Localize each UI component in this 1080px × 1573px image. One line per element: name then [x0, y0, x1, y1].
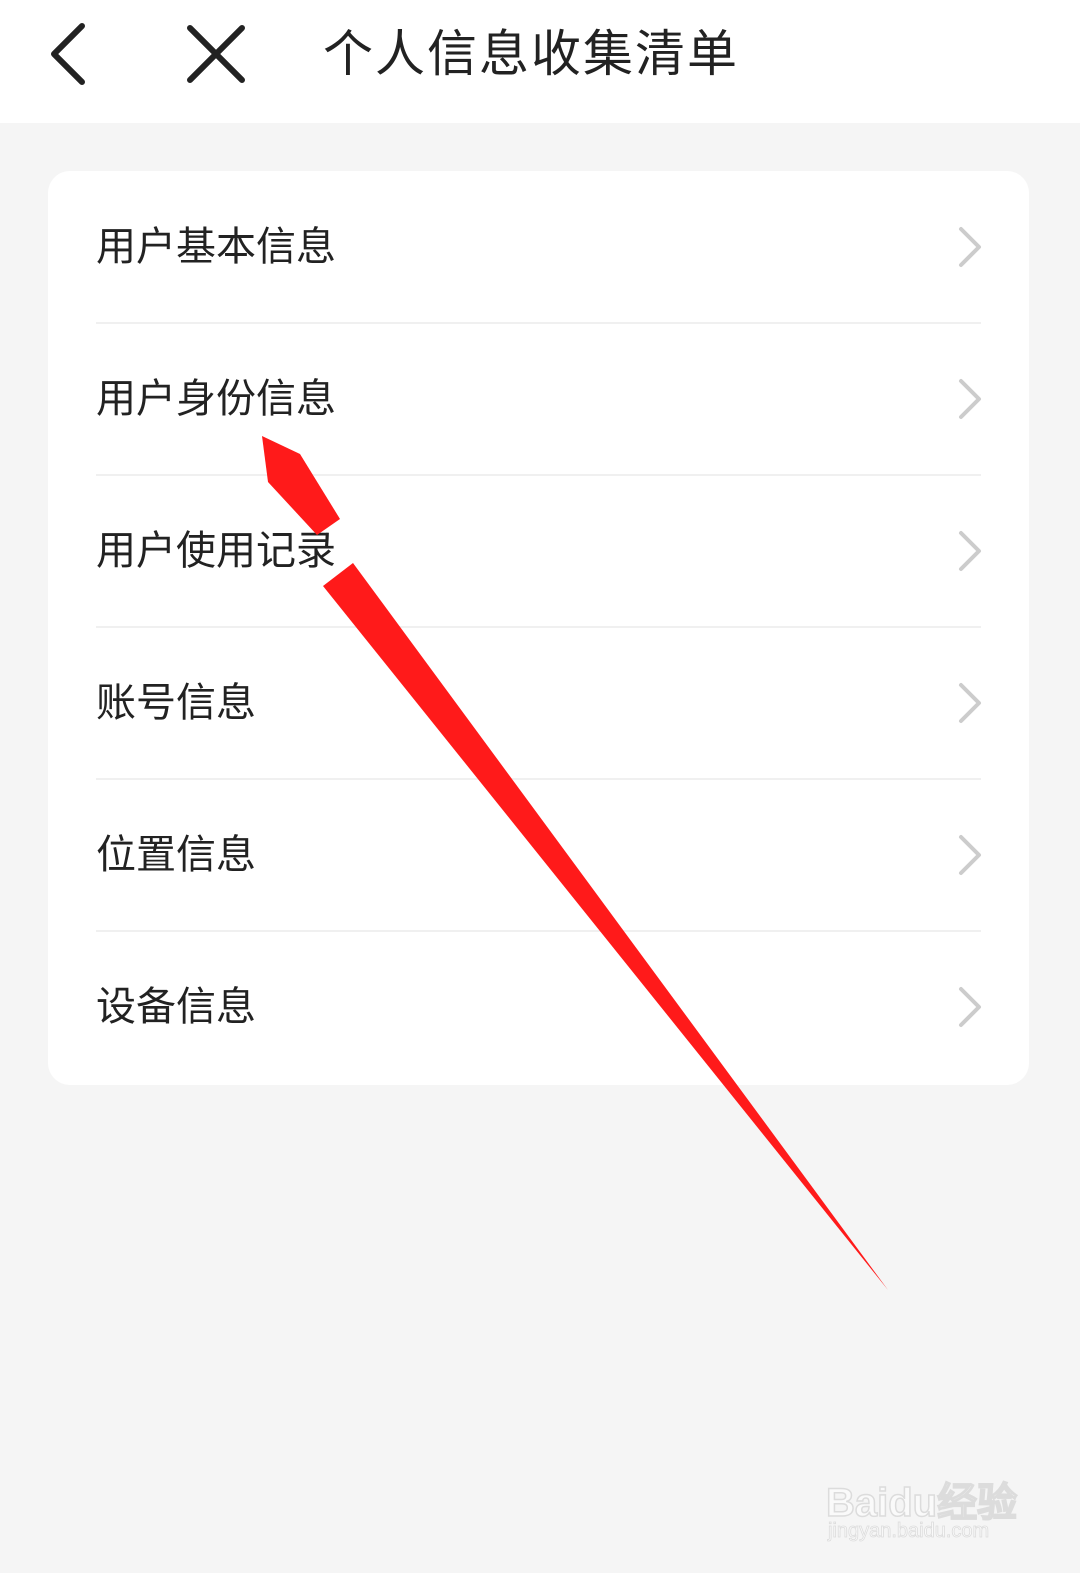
list-item-basic-info[interactable]: 用户基本信息 — [48, 171, 1029, 323]
list-item-label: 设备信息 — [96, 984, 256, 1030]
list-item-usage-records[interactable]: 用户使用记录 — [48, 475, 1029, 627]
close-button[interactable] — [180, 18, 252, 90]
chevron-right-icon — [959, 987, 981, 1027]
list-item-location-info[interactable]: 位置信息 — [48, 779, 1029, 931]
list-item-account-info[interactable]: 账号信息 — [48, 627, 1029, 779]
top-bar: 个人信息收集清单 — [0, 0, 1080, 123]
close-icon — [187, 25, 245, 83]
list-item-label: 位置信息 — [96, 832, 256, 878]
chevron-left-icon — [51, 23, 85, 85]
list-item-label: 用户基本信息 — [96, 224, 336, 270]
chevron-right-icon — [959, 227, 981, 267]
watermark-logo: Baidu经验 jingyan.baidu.com — [825, 1452, 1026, 1552]
watermark-url: jingyan.baidu.com — [828, 1520, 990, 1543]
list-item-label: 用户身份信息 — [96, 376, 336, 422]
list-item-label: 用户使用记录 — [96, 528, 336, 574]
list-item-identity-info[interactable]: 用户身份信息 — [48, 323, 1029, 475]
chevron-right-icon — [959, 531, 981, 571]
list-item-device-info[interactable]: 设备信息 — [48, 931, 1029, 1083]
chevron-right-icon — [959, 379, 981, 419]
chevron-right-icon — [959, 835, 981, 875]
list-item-label: 账号信息 — [96, 680, 256, 726]
page-title: 个人信息收集清单 — [323, 25, 739, 83]
info-list-card: 用户基本信息 用户身份信息 用户使用记录 账号信息 位置信息 设备信息 — [48, 171, 1029, 1085]
back-button[interactable] — [40, 18, 100, 90]
chevron-right-icon — [959, 683, 981, 723]
